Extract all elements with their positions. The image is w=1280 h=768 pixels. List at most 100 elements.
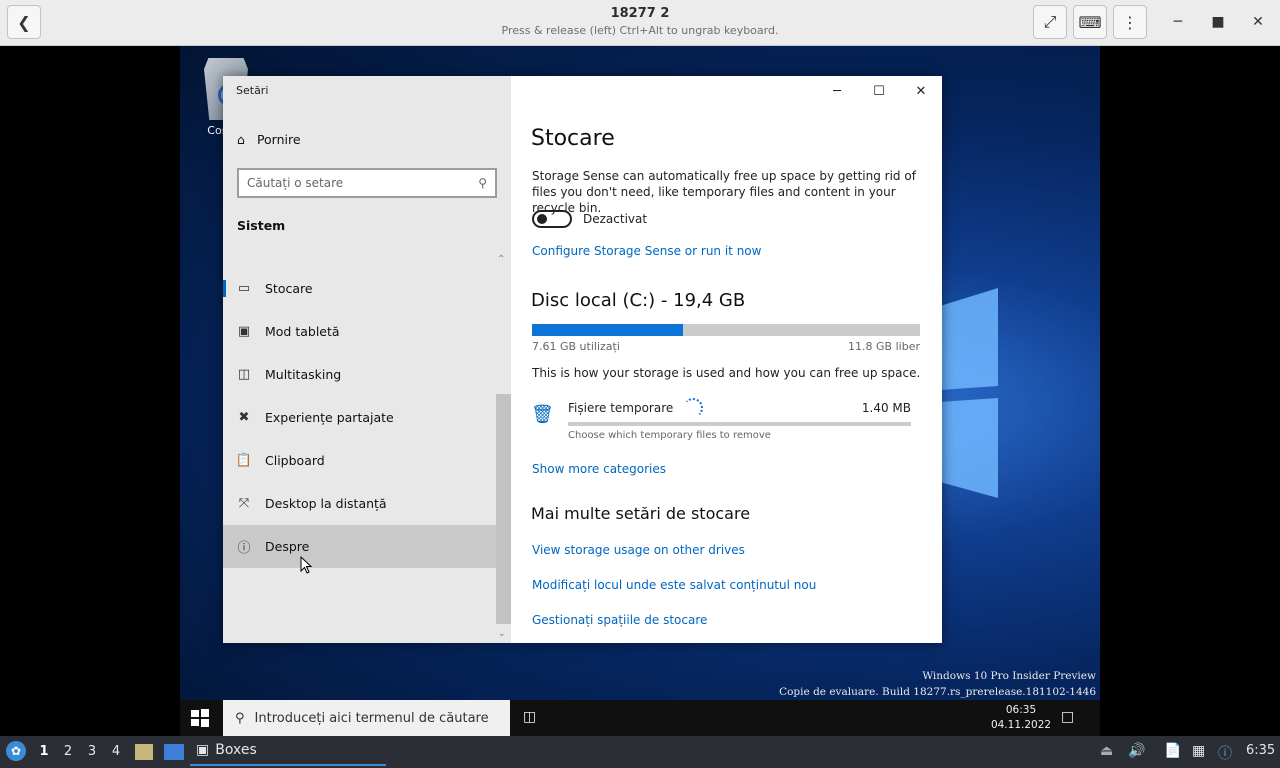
more-settings-title: Mai multe setări de stocare (531, 504, 751, 523)
storage-icon: ▭ (237, 281, 251, 296)
usage-description: This is how your storage is used and how… (532, 366, 921, 380)
scroll-up-arrow[interactable]: ⌃ (497, 254, 505, 265)
mouse-cursor-icon (300, 556, 312, 574)
clipboard-icon: 📋 (235, 453, 253, 468)
workspace-1[interactable]: 1 (37, 744, 51, 759)
close-button[interactable]: ✕ (1242, 6, 1274, 38)
vm-subtitle: Press & release (left) Ctrl+Alt to ungra… (501, 24, 779, 37)
toggle-state-label: Dezactivat (583, 212, 648, 226)
save-location-link[interactable]: Modificați locul unde este salvat conțin… (532, 578, 816, 592)
nav-label: Clipboard (265, 453, 325, 468)
kebab-menu-icon: ⋮ (1122, 12, 1138, 32)
clock-time: 06:35 (1005, 704, 1037, 716)
window-maximize-button[interactable]: ☐ (859, 80, 899, 102)
evaluation-watermark: Windows 10 Pro Insider Preview Copie de … (779, 668, 1096, 700)
close-icon: ✕ (1252, 14, 1264, 30)
task-label: Boxes (215, 742, 257, 758)
workspace-4[interactable]: 4 (109, 744, 123, 759)
workspace-2[interactable]: 2 (61, 744, 75, 759)
watermark-line-1: Windows 10 Pro Insider Preview (922, 670, 1096, 682)
disk-usage-bar (532, 324, 920, 336)
sidebar-scrollbar[interactable] (496, 394, 511, 624)
network-icon[interactable]: ▦ (1192, 743, 1205, 759)
nav-label: Mod tabletă (265, 324, 340, 339)
nav-item-clipboard[interactable]: 📋 Clipboard (223, 439, 496, 482)
windows-logo-wallpaper (940, 288, 998, 498)
clock-date: 04.11.2022 (990, 719, 1052, 731)
nav-item-shared-experiences[interactable]: ✖ Experiențe partajate (223, 396, 496, 439)
maximize-button[interactable]: ■ (1202, 6, 1234, 38)
action-center-icon[interactable]: □ (1061, 709, 1074, 725)
configure-storage-sense-link[interactable]: Configure Storage Sense or run it now (532, 244, 761, 258)
shared-experiences-icon: ✖ (238, 410, 250, 425)
window-minimize-button[interactable]: ─ (817, 80, 857, 102)
search-icon: ⚲ (235, 710, 245, 726)
clipboard-icon[interactable]: 📄 (1164, 743, 1181, 759)
maximize-icon: ■ (1211, 14, 1225, 30)
workspace-3[interactable]: 3 (85, 744, 99, 759)
trash-icon: 🗑 (531, 404, 554, 425)
multitasking-icon: ◫ (237, 367, 251, 382)
minimize-button[interactable]: ─ (1162, 6, 1194, 38)
search-icon: ⚲ (478, 176, 487, 190)
settings-content: ─ ☐ ✕ Stocare Storage Sense can automati… (511, 76, 942, 643)
other-drives-link[interactable]: View storage usage on other drives (532, 543, 745, 557)
maximize-icon: ☐ (873, 83, 885, 99)
host-clock[interactable]: 6:35 (1246, 743, 1275, 758)
desktop-icon[interactable] (164, 744, 184, 760)
boxes-icon: ▣ (196, 742, 210, 758)
notification-icon[interactable]: ⓘ (1218, 743, 1232, 763)
taskbar-search-placeholder: Introduceți aici termenul de căutare (254, 710, 489, 726)
keyboard-button[interactable]: ⌨ (1073, 5, 1107, 39)
volume-icon[interactable]: 🔊 (1128, 743, 1145, 759)
nav-item-remote-desktop[interactable]: ⤧ Desktop la distanță (223, 482, 496, 525)
host-panel: ✿ 1 2 3 4 ▣ Boxes ⏏ 🔊 📄 ▦ ⓘ 6:35 (0, 736, 1280, 768)
fullscreen-icon: ⤢ (1043, 12, 1057, 31)
guest-taskbar: ⚲ Introduceți aici termenul de căutare ◫… (180, 700, 1100, 736)
nav-label: Multitasking (265, 367, 342, 382)
app-menu-icon[interactable]: ✿ (6, 741, 26, 761)
disk-usage-fill (532, 324, 684, 336)
settings-sidebar: Setări ⌂ Pornire Căutați o setare ⚲ Sist… (223, 76, 511, 643)
settings-search-input[interactable]: Căutați o setare ⚲ (237, 168, 497, 198)
chevron-left-icon: ❮ (17, 12, 31, 32)
info-icon: ⓘ (237, 541, 251, 556)
storage-spaces-link[interactable]: Gestionați spațiile de stocare (532, 613, 707, 627)
window-close-button[interactable]: ✕ (901, 80, 941, 102)
task-view-icon[interactable]: ◫ (523, 709, 536, 725)
file-manager-icon[interactable] (135, 744, 153, 760)
nav-item-about[interactable]: ⓘ Despre (223, 525, 511, 568)
fullscreen-button[interactable]: ⤢ (1033, 5, 1067, 39)
disk-title: Disc local (C:) - 19,4 GB (531, 290, 746, 311)
eject-icon[interactable]: ⏏ (1100, 743, 1113, 759)
vm-display[interactable]: Coș de Setări ⌂ Pornire Căutați o setare… (180, 46, 1100, 736)
home-icon: ⌂ (237, 132, 245, 147)
nav-label: Desktop la distanță (265, 496, 387, 511)
loading-spinner-icon (683, 398, 703, 418)
free-space-label: 11.8 GB liber (848, 340, 920, 353)
nav-label: Stocare (265, 281, 313, 296)
show-more-categories-link[interactable]: Show more categories (532, 462, 666, 476)
temp-files-category[interactable]: Fișiere temporare (568, 401, 673, 415)
temp-files-hint: Choose which temporary files to remove (568, 430, 771, 441)
back-button[interactable]: ❮ (7, 5, 41, 39)
window-title: Setări (236, 84, 269, 97)
nav-item-tablet-mode[interactable]: ▣ Mod tabletă (223, 310, 496, 353)
home-label: Pornire (256, 132, 301, 147)
nav-label: Experiențe partajate (265, 410, 394, 425)
storage-sense-description: Storage Sense can automatically free up … (532, 169, 916, 215)
temp-files-bar (568, 422, 911, 426)
guest-clock[interactable]: 06:35 04.11.2022 (986, 703, 1056, 733)
search-placeholder: Căutați o setare (247, 176, 344, 190)
home-nav-item[interactable]: ⌂ Pornire (237, 132, 301, 147)
storage-sense-toggle[interactable] (532, 210, 572, 228)
nav-item-multitasking[interactable]: ◫ Multitasking (223, 353, 496, 396)
taskbar-boxes-item[interactable]: ▣ Boxes (190, 736, 386, 766)
nav-item-storage[interactable]: ▭ Stocare (223, 267, 496, 310)
menu-button[interactable]: ⋮ (1113, 5, 1147, 39)
taskbar-search-box[interactable]: ⚲ Introduceți aici termenul de căutare (223, 700, 510, 736)
settings-window: Setări ⌂ Pornire Căutați o setare ⚲ Sist… (223, 76, 942, 643)
windows-start-icon[interactable] (190, 708, 210, 728)
scroll-down-arrow[interactable]: ⌄ (498, 629, 506, 639)
remote-desktop-icon: ⤧ (238, 496, 250, 511)
